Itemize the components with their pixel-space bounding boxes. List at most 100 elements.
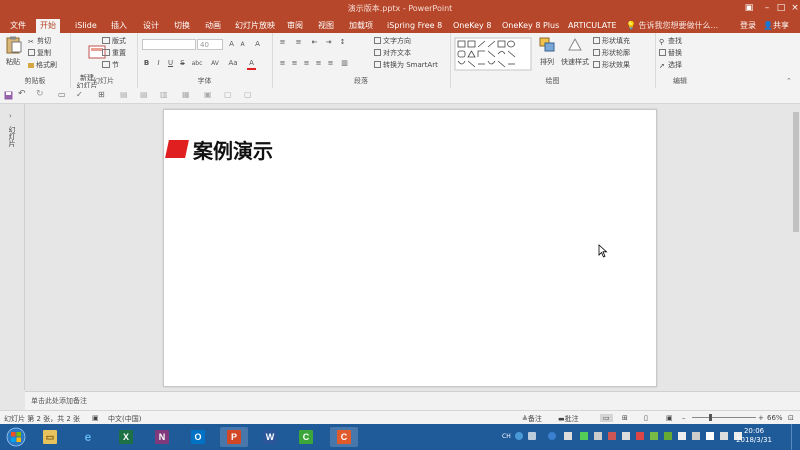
tray-q-icon[interactable] <box>515 432 523 440</box>
ribbon-display-options-icon[interactable]: ▣ <box>742 2 756 14</box>
slideshow-view-icon[interactable]: ▣ <box>666 414 673 422</box>
tab-addins[interactable]: 加载项 <box>345 19 377 33</box>
tab-islide[interactable]: iSlide <box>71 19 101 33</box>
spellcheck-icon[interactable]: ✓ <box>76 90 85 99</box>
section-button[interactable]: 节 <box>102 61 119 70</box>
slide-sorter-icon[interactable]: ⊞ <box>622 414 628 422</box>
tab-file[interactable]: 文件 <box>6 19 30 33</box>
reset-button[interactable]: 重置 <box>102 49 126 58</box>
zoom-slider-thumb[interactable] <box>709 414 712 421</box>
shape-effects-button[interactable]: 形状效果 <box>593 61 630 70</box>
tell-me-search[interactable]: 💡 告诉我您想要做什么... <box>626 19 718 33</box>
file-explorer-button[interactable]: ▭ <box>36 427 64 447</box>
input-method-icon[interactable]: CH <box>502 433 511 441</box>
tab-design[interactable]: 设计 <box>139 19 163 33</box>
collapse-ribbon-icon[interactable]: ⌃ <box>786 77 792 86</box>
tray-app-8-icon[interactable] <box>650 432 658 440</box>
align-icon[interactable]: ⊞ <box>98 90 107 99</box>
comments-toggle[interactable]: ▬批注 <box>558 414 579 424</box>
strikethrough-button[interactable]: S <box>178 59 187 68</box>
show-desktop-button[interactable] <box>791 424 800 450</box>
bullets-button[interactable]: ≡ <box>278 38 287 47</box>
align-right-button[interactable]: ≡ <box>302 59 311 68</box>
font-size-field[interactable]: 40 <box>197 39 223 50</box>
fit-to-window-icon[interactable]: ⊡ <box>788 414 794 422</box>
title-marker-shape[interactable] <box>165 140 189 158</box>
layout-button[interactable]: 版式 <box>102 37 126 46</box>
share-button[interactable]: 👤共享 <box>763 19 789 33</box>
reading-view-icon[interactable]: ▯ <box>644 414 648 422</box>
start-slideshow-icon[interactable]: ▭ <box>58 90 67 99</box>
tray-app-2-icon[interactable] <box>564 432 572 440</box>
scrollbar-thumb[interactable] <box>793 112 799 232</box>
char-spacing-button[interactable]: AV <box>209 59 221 68</box>
tray-app-10-icon[interactable] <box>678 432 686 440</box>
qat-tool-6-icon[interactable]: ▢ <box>224 90 233 99</box>
smartart-button[interactable]: 转换为 SmartArt <box>374 61 438 70</box>
tab-slideshow[interactable]: 幻灯片放映 <box>231 19 279 33</box>
shrink-font-button[interactable]: A <box>238 40 247 49</box>
zoom-out-button[interactable]: – <box>682 414 686 422</box>
tab-transitions[interactable]: 切换 <box>170 19 194 33</box>
outlook-button[interactable]: O <box>184 427 212 447</box>
excel-button[interactable]: X <box>112 427 140 447</box>
zoom-in-button[interactable]: + <box>758 414 764 422</box>
language-indicator[interactable]: 中文(中国) <box>108 414 141 424</box>
qat-tool-1-icon[interactable]: ▤ <box>120 90 129 99</box>
tab-articulate[interactable]: ARTICULATE <box>564 19 621 33</box>
expand-pane-icon[interactable]: › <box>9 112 12 121</box>
camtasia-recorder-button[interactable]: C <box>330 427 358 447</box>
windows-start-icon[interactable] <box>6 427 26 447</box>
word-button[interactable]: W <box>256 427 284 447</box>
tray-app-7-icon[interactable] <box>636 432 644 440</box>
tab-view[interactable]: 视图 <box>314 19 338 33</box>
increase-indent-button[interactable]: ⇥ <box>324 38 333 47</box>
tray-app-4-icon[interactable] <box>594 432 602 440</box>
tab-review[interactable]: 审阅 <box>283 19 307 33</box>
text-shadow-button[interactable]: abc <box>190 59 204 68</box>
flag-icon[interactable] <box>706 432 714 440</box>
format-painter-button[interactable]: 格式刷 <box>28 61 57 70</box>
tray-app-1-icon[interactable] <box>528 432 536 440</box>
arrange-button[interactable]: 排列 <box>536 36 558 66</box>
columns-button[interactable]: ▥ <box>340 59 349 68</box>
cut-button[interactable]: ✂ 剪切 <box>28 37 51 46</box>
onenote-button[interactable]: N <box>148 427 176 447</box>
slide-canvas[interactable]: 案例演示 <box>163 109 657 387</box>
notes-pane[interactable]: 单击此处添加备注 <box>25 391 800 410</box>
replace-button[interactable]: 替换 <box>659 49 682 58</box>
vertical-scrollbar[interactable] <box>792 104 800 390</box>
maximize-button[interactable]: □ <box>774 2 788 14</box>
qat-tool-4-icon[interactable]: ▦ <box>182 90 191 99</box>
tab-onekey8[interactable]: OneKey 8 <box>449 19 495 33</box>
numbering-button[interactable]: ≡ <box>294 38 303 47</box>
italic-button[interactable]: I <box>154 59 163 68</box>
notes-toggle[interactable]: ≜备注 <box>522 414 542 424</box>
shapes-gallery[interactable] <box>454 37 532 71</box>
shape-outline-button[interactable]: 形状轮廓 <box>593 49 630 58</box>
tab-ispring[interactable]: iSpring Free 8 <box>383 19 446 33</box>
underline-button[interactable]: U <box>166 59 175 68</box>
find-button[interactable]: ⚲ 查找 <box>659 37 682 46</box>
ie-button[interactable]: e <box>74 427 102 447</box>
decrease-indent-button[interactable]: ⇤ <box>310 38 319 47</box>
qat-tool-2-icon[interactable]: ▤ <box>140 90 149 99</box>
camtasia-button[interactable]: C <box>292 427 320 447</box>
tab-animations[interactable]: 动画 <box>201 19 225 33</box>
powerpoint-button[interactable]: P <box>220 427 248 447</box>
tab-insert[interactable]: 插入 <box>107 19 131 33</box>
close-button[interactable]: × <box>788 2 800 14</box>
justify-button[interactable]: ≡ <box>314 59 323 68</box>
grow-font-button[interactable]: A <box>227 40 236 49</box>
copy-button[interactable]: 复制 <box>28 49 51 58</box>
bold-button[interactable]: B <box>142 59 151 68</box>
tray-app-6-icon[interactable] <box>622 432 630 440</box>
zoom-slider[interactable] <box>692 417 756 418</box>
tray-app-9-icon[interactable] <box>664 432 672 440</box>
font-name-field[interactable] <box>142 39 196 50</box>
tray-app-11-icon[interactable] <box>692 432 700 440</box>
font-color-button[interactable]: A <box>247 59 256 70</box>
save-icon[interactable] <box>4 91 13 100</box>
system-clock[interactable]: 20:06 2018/3/31 <box>736 427 772 445</box>
tab-onekey8plus[interactable]: OneKey 8 Plus <box>498 19 563 33</box>
